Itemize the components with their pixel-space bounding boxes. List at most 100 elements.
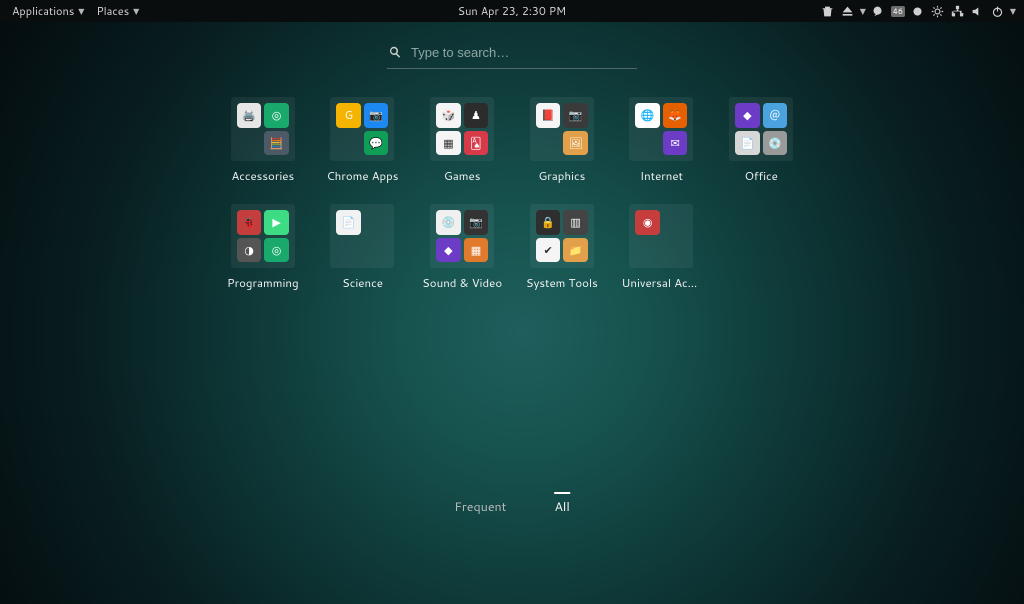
folder-tile: 📄 [330,204,394,268]
firefox-icon: 🦊 [663,103,688,128]
category-universal-access[interactable]: ◉ Universal Access [621,204,703,291]
category-label: System Tools [526,274,598,291]
folder-tile: ◆＠📄💿 [729,97,793,161]
grid-colors-icon: ▦ [436,131,461,156]
category-label: Science [342,274,383,291]
category-internet[interactable]: 🌐🦊 ✉ Internet [621,97,703,184]
view-tabs: Frequent All [454,492,570,516]
check-red-icon: ✔ [536,238,561,263]
folder-tools-icon: 📁 [563,238,588,263]
blank7-icon [364,238,389,263]
category-label: Games [444,167,481,184]
folder-tile: G📷💬 [330,97,394,161]
category-games[interactable]: 🎲♟▦🂡 Games [421,97,503,184]
category-chrome-apps[interactable]: G📷💬 Chrome Apps [322,97,404,184]
trash-icon[interactable] [820,3,836,19]
globe-green-icon: ◎ [264,103,289,128]
category-label: Office [744,167,777,184]
chat-bubble-icon[interactable] [870,3,886,19]
battery-icon[interactable]: 46 [890,3,906,19]
tab-all[interactable]: All [554,492,569,516]
brightness-icon[interactable] [930,3,946,19]
folder-tile: 🐞▶◑◎ [231,204,295,268]
folder-tile: 💿📷◆▦ [430,204,494,268]
category-accessories[interactable]: 🖨️◎ 🧮 Accessories [222,97,304,184]
blank8-icon [663,210,688,235]
calculator-icon: 🧮 [264,131,289,156]
folder-tile: 🖨️◎ 🧮 [231,97,295,161]
printer-icon: 🖨️ [237,103,262,128]
blank6-icon [336,238,361,263]
android-studio-icon: ▶ [264,210,289,235]
battery-badge-label: 46 [891,6,905,17]
diamond-purple2-icon: ◆ [436,238,461,263]
folder-tile: 🔒▥✔📁 [530,204,594,268]
pdf-icon: 📕 [536,103,561,128]
folder-tile: 🌐🦊 ✉ [629,97,693,161]
tab-frequent[interactable]: Frequent [454,492,506,516]
blank10-icon [663,238,688,263]
category-science[interactable]: 📄 Science [322,204,404,291]
applications-menu[interactable]: Applications ▼ [8,1,88,21]
grid-panel-icon: ▥ [563,210,588,235]
category-programming[interactable]: 🐞▶◑◎Programming [222,204,304,291]
blank9-icon [635,238,660,263]
top-panel: Applications ▼ Places ▼ Sun Apr 23, 2:30… [0,0,1024,22]
disc-icon: 💿 [763,131,788,156]
category-label: Sound & Video [422,274,502,291]
at-icon: ＠ [763,103,788,128]
folder-tile: ◉ [629,204,693,268]
blank5-icon [364,210,389,235]
panel-left: Applications ▼ Places ▼ [8,1,143,21]
places-menu[interactable]: Places ▼ [92,1,143,21]
panel-right: ▼ 46 ▼ [820,3,1016,19]
places-menu-label: Places [96,3,129,19]
network-icon[interactable] [950,3,966,19]
camera-blue-icon: 📷 [364,103,389,128]
blank3-icon [536,131,561,156]
folder-tile: 🎲♟▦🂡 [430,97,494,161]
safe-icon: 🔒 [536,210,561,235]
category-system-tools[interactable]: 🔒▥✔📁 System Tools [521,204,603,291]
blank2-icon [336,131,361,156]
cards-icon: 🂡 [464,131,489,156]
cam-dark-icon: 📷 [464,210,489,235]
category-label: Internet [640,167,683,184]
document-icon: 📄 [336,210,361,235]
power-icon[interactable] [990,3,1006,19]
chrome-icon: 🌐 [635,103,660,128]
search-bar[interactable] [387,37,637,69]
chess-icon: ♟ [464,103,489,128]
camera-icon: 📷 [563,103,588,128]
g-icon: G [336,103,361,128]
dice-icon: 🎲 [436,103,461,128]
volume-icon[interactable] [970,3,986,19]
chevron-down-icon: ▼ [860,5,866,17]
category-label: Accessories [231,167,294,184]
mail-purple-icon: ✉ [663,131,688,156]
applications-grid: 🖨️◎🧮AccessoriesG📷💬Chrome Apps🎲♟▦🂡Games📕📷… [222,97,802,291]
tile-orange-icon: ▦ [464,238,489,263]
folder-tile: 📕📷🖼 [530,97,594,161]
bug-red-icon: 🐞 [237,210,262,235]
orbs-red-icon: ◉ [635,210,660,235]
disc-white-icon: 💿 [436,210,461,235]
search-icon [389,41,401,64]
category-office[interactable]: ◆＠📄💿 Office [720,97,802,184]
weather-icon[interactable] [910,3,926,19]
blank-icon [237,131,262,156]
category-label: Universal Access [621,274,701,291]
eject-icon[interactable] [840,3,856,19]
category-sound-video[interactable]: 💿📷◆▦ Sound & Video [421,204,503,291]
chevron-down-icon: ▼ [1010,5,1016,17]
category-label: Chrome Apps [327,167,399,184]
doc-icon: 📄 [735,131,760,156]
globe-green2-icon: ◎ [264,238,289,263]
applications-menu-label: Applications [12,3,74,19]
chevron-down-icon: ▼ [78,5,84,17]
search-input[interactable] [411,45,635,60]
category-graphics[interactable]: 📕📷🖼 Graphics [521,97,603,184]
clock-label[interactable]: Sun Apr 23, 2:30 PM [458,3,566,19]
chevron-down-icon: ▼ [133,5,139,17]
category-label: Graphics [538,167,585,184]
